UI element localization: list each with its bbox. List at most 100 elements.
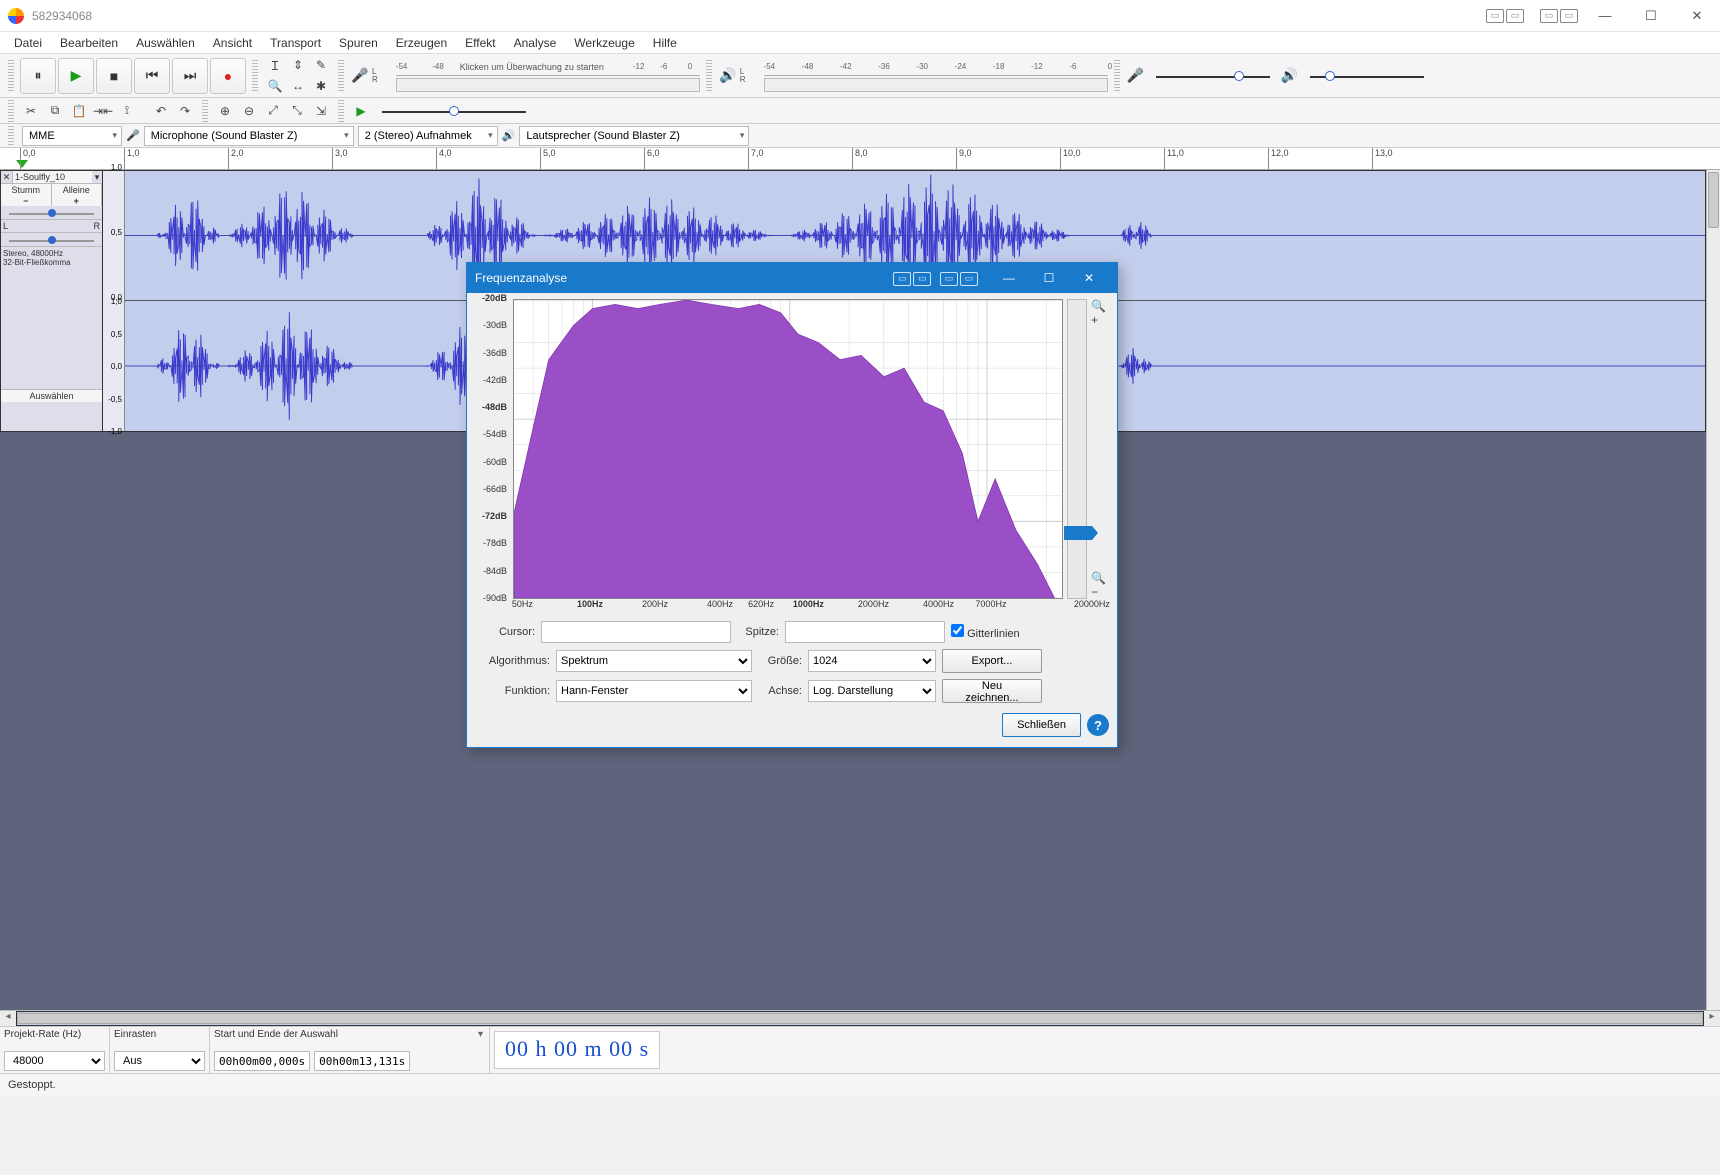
toolbar-grip[interactable] [706,60,712,92]
draw-tool-button[interactable]: ✎ [310,55,332,75]
menu-effekt[interactable]: Effekt [457,34,503,52]
play-meter[interactable]: -54-48-42-36-30-24-18-12-60 [748,60,1108,92]
dialog-badge-icons: ▭▭ ▭▭ [892,270,979,286]
solo-button[interactable]: Alleine [52,184,103,196]
multi-tool-button[interactable]: ✱ [310,76,332,96]
horizontal-scrollbar[interactable]: ◂ ▸ [0,1010,1720,1026]
project-rate-select[interactable]: 48000 [4,1051,105,1071]
cut-button[interactable]: ✂ [20,101,42,121]
toolbar-grip[interactable] [1114,60,1120,92]
snap-select[interactable]: Aus [114,1051,205,1071]
selection-tool-button[interactable]: Ｉ [264,55,286,75]
playback-speed-slider[interactable] [374,101,534,121]
help-icon[interactable]: ? [1087,714,1109,736]
spectrum-plot[interactable] [513,299,1063,599]
toolbar-grip[interactable] [338,100,344,122]
stop-button[interactable]: ■ [96,58,132,94]
redo-button[interactable]: ↷ [174,101,196,121]
menu-werkzeuge[interactable]: Werkzeuge [566,34,642,52]
trim-button[interactable]: ⇥⇤ [92,101,114,121]
menu-auswählen[interactable]: Auswählen [128,34,203,52]
peak-field[interactable] [785,621,945,643]
cursor-field[interactable] [541,621,731,643]
skip-end-button[interactable]: ⏭ [172,58,208,94]
dialog-minimize-button[interactable]: — [989,263,1029,293]
close-dialog-button[interactable]: Schließen [1002,713,1081,737]
maximize-button[interactable]: ☐ [1628,0,1674,32]
zoom-toggle-button[interactable]: ⇲ [310,101,332,121]
play-volume-slider[interactable] [1302,66,1432,86]
toolbar-grip[interactable] [8,60,14,92]
scroll-left-button[interactable]: ◂ [0,1011,16,1026]
track-close-button[interactable]: ✕ [1,172,13,183]
toolbar-grip[interactable] [8,100,14,122]
audio-position-field[interactable]: 00 h 00 m 00 s [494,1031,660,1069]
track-menu-button[interactable]: ▾ [92,172,102,183]
mute-button[interactable]: Stumm [1,184,52,196]
zoom-out-icon[interactable]: 🔍− [1091,571,1109,599]
scroll-right-button[interactable]: ▸ [1704,1011,1720,1026]
size-select[interactable]: 1024 [808,650,936,672]
menu-spuren[interactable]: Spuren [331,34,386,52]
export-button[interactable]: Export... [942,649,1042,673]
axis-select[interactable]: Log. Darstellung [808,680,936,702]
toolbar-grip[interactable] [202,100,208,122]
menu-transport[interactable]: Transport [262,34,329,52]
paste-button[interactable]: 📋 [68,101,90,121]
silence-button[interactable]: ⟟ [116,101,138,121]
timeshift-tool-button[interactable]: ↔ [287,76,309,96]
menu-ansicht[interactable]: Ansicht [205,34,260,52]
undo-button[interactable]: ↶ [150,101,172,121]
pause-button[interactable]: ⏸ [20,58,56,94]
timeline-ruler[interactable]: 0,01,02,03,04,05,06,07,08,09,010,011,012… [0,148,1720,170]
toolbar-grip[interactable] [8,126,14,146]
plot-range-slider[interactable] [1067,299,1087,599]
zoom-tool-button[interactable]: 🔍 [264,76,286,96]
menu-bearbeiten[interactable]: Bearbeiten [52,34,126,52]
dialog-titlebar[interactable]: Frequenzanalyse ▭▭ ▭▭ — ☐ ✕ [467,263,1117,293]
record-volume-slider[interactable] [1148,66,1278,86]
dialog-maximize-button[interactable]: ☐ [1029,263,1069,293]
dialog-close-button[interactable]: ✕ [1069,263,1109,293]
record-button[interactable]: ● [210,58,246,94]
track-select-button[interactable]: Auswählen [29,391,73,401]
skip-start-button[interactable]: ⏮ [134,58,170,94]
gain-slider[interactable] [1,206,102,220]
record-meter[interactable]: -54-48-12-60 Klicken um Überwachung zu s… [380,60,700,92]
fit-selection-button[interactable]: ⤢ [262,101,284,121]
menu-datei[interactable]: Datei [6,34,50,52]
track-name[interactable]: 1-Soulfly_10 [13,171,92,183]
zoom-in-button[interactable]: ⊕ [214,101,236,121]
menu-hilfe[interactable]: Hilfe [645,34,685,52]
pan-slider[interactable] [1,233,102,247]
record-channels-select[interactable]: 2 (Stereo) Aufnahmek [358,126,498,146]
menu-erzeugen[interactable]: Erzeugen [388,34,455,52]
zoom-in-icon[interactable]: 🔍+ [1091,299,1109,327]
selection-mode-dropdown[interactable]: ▾ [478,1029,483,1040]
menu-analyse[interactable]: Analyse [506,34,565,52]
zoom-out-button[interactable]: ⊖ [238,101,260,121]
play-device-select[interactable]: Lautsprecher (Sound Blaster Z) [519,126,749,146]
copy-button[interactable]: ⧉ [44,101,66,121]
play-button[interactable]: ▶ [58,58,94,94]
peak-label: Spitze: [737,626,779,638]
redraw-button[interactable]: Neu zeichnen... [942,679,1042,703]
algorithm-select[interactable]: Spektrum [556,650,752,672]
close-button[interactable]: ✕ [1674,0,1720,32]
gridlines-checkbox[interactable] [951,624,964,637]
algorithm-label: Algorithmus: [475,655,550,667]
record-device-select[interactable]: Microphone (Sound Blaster Z) [144,126,354,146]
vertical-scrollbar[interactable] [1706,170,1720,1010]
gain-minus[interactable]: − [1,196,52,206]
function-select[interactable]: Hann-Fenster [556,680,752,702]
selection-start-field[interactable]: 00h00m00,000s [214,1051,310,1071]
toolbar-grip[interactable] [252,60,258,92]
toolbar-grip[interactable] [338,60,344,92]
audio-host-select[interactable]: MME [22,126,122,146]
selection-end-field[interactable]: 00h00m13,131s [314,1051,410,1071]
play-at-speed-button[interactable]: ▶ [350,101,372,121]
fit-project-button[interactable]: ⤡ [286,101,308,121]
envelope-tool-button[interactable]: ⇕ [287,55,309,75]
gain-plus[interactable]: + [52,196,103,206]
minimize-button[interactable]: — [1582,0,1628,32]
